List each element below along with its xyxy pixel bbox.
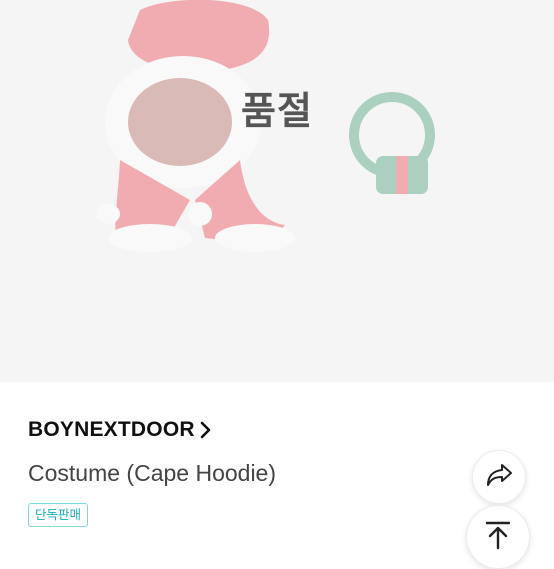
scroll-to-top-button[interactable]	[466, 505, 530, 569]
soldout-overlay	[0, 0, 554, 382]
product-image[interactable]: 품절	[0, 0, 554, 382]
chevron-right-icon[interactable]	[199, 421, 211, 439]
arrow-up-to-top-icon	[485, 520, 511, 554]
share-arrow-icon	[485, 462, 513, 492]
brand-link[interactable]: BOYNEXTDOOR	[28, 418, 211, 442]
soldout-label: 품절	[241, 89, 313, 133]
product-name: Costume (Cape Hoodie)	[28, 460, 277, 486]
brand-name[interactable]: BOYNEXTDOOR	[28, 418, 195, 442]
share-button[interactable]	[472, 450, 526, 504]
exclusive-sale-badge: 단독판매	[28, 503, 89, 527]
